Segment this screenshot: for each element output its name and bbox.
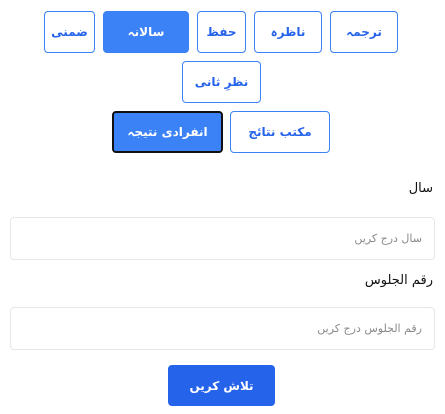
tab-infiradi-natija[interactable]: انفرادی نتیجہ [112,111,223,153]
search-button[interactable]: تلاش کریں [168,365,275,406]
year-input[interactable] [10,217,435,260]
tab-nazr-e-sani[interactable]: نظرِ ثانی [182,61,261,103]
roll-number-input[interactable] [10,307,435,350]
tab-hifz[interactable]: حفظ [197,11,246,53]
year-label: سال [408,181,433,196]
tab-zimni[interactable]: ضمنی [44,11,95,53]
tab-tarjuma[interactable]: ترجمہ [330,11,398,53]
tab-maktab-nataij[interactable]: مکتب نتائج [230,111,330,153]
tab-nazira[interactable]: ناظرہ [254,11,322,53]
roll-number-label: رقم الجلوس [364,273,433,288]
tab-salana[interactable]: سالانہ [103,11,189,53]
